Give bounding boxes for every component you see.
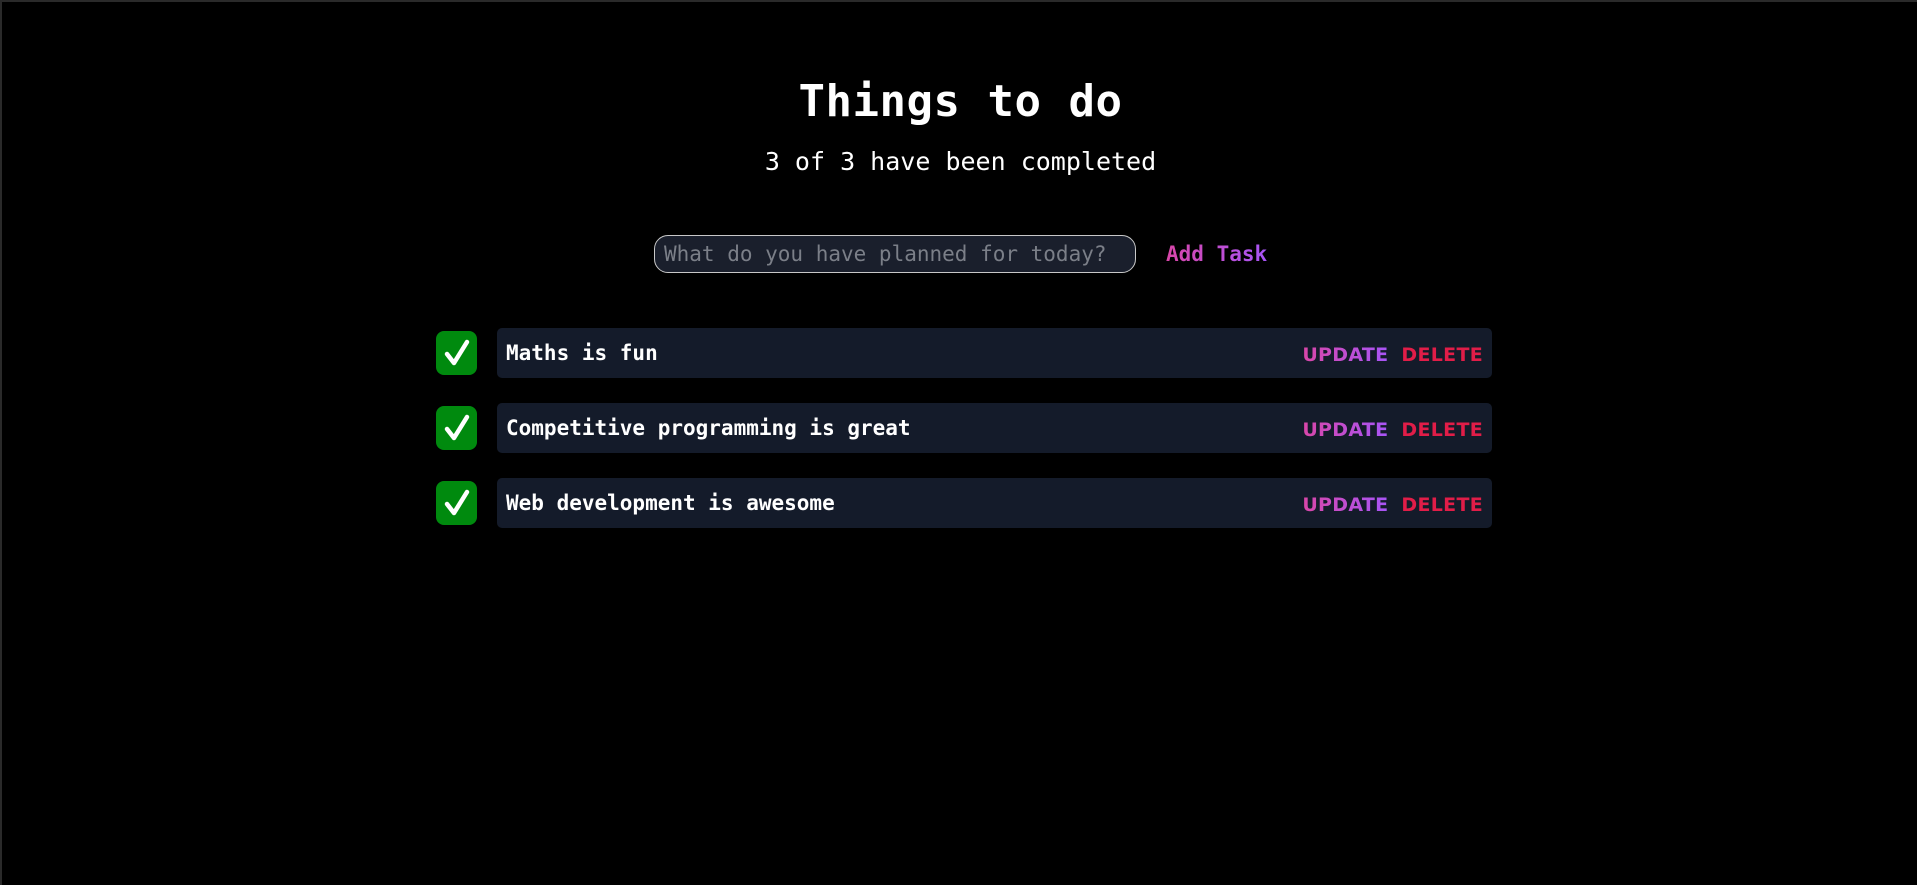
completed-summary: 3 of 3 have been completed: [764, 147, 1157, 176]
checkmark-icon: [444, 339, 469, 366]
task-card: Competitive programming is great UPDATE …: [497, 403, 1492, 453]
task-card: Maths is fun UPDATE DELETE: [497, 328, 1492, 378]
delete-button[interactable]: DELETE: [1401, 494, 1483, 516]
task-text: Competitive programming is great: [506, 416, 911, 440]
todo-list: Maths is fun UPDATE DELETE Competitive p…: [436, 328, 1492, 553]
todo-app: Things to do 3 of 3 have been completed …: [2, 2, 1917, 885]
completed-checkbox[interactable]: [436, 481, 477, 525]
completed-checkbox[interactable]: [436, 406, 477, 450]
todo-item: Maths is fun UPDATE DELETE: [436, 328, 1492, 378]
task-text: Maths is fun: [506, 341, 658, 365]
add-task-row: Add Task: [654, 234, 1267, 274]
task-text: Web development is awesome: [506, 491, 835, 515]
checkmark-icon: [444, 489, 469, 516]
delete-button[interactable]: DELETE: [1401, 419, 1483, 441]
todo-item: Competitive programming is great UPDATE …: [436, 403, 1492, 453]
task-input[interactable]: [654, 235, 1136, 273]
update-button[interactable]: UPDATE: [1302, 494, 1388, 516]
task-actions: UPDATE DELETE: [1302, 419, 1483, 441]
task-actions: UPDATE DELETE: [1302, 344, 1483, 366]
completed-checkbox[interactable]: [436, 331, 477, 375]
delete-button[interactable]: DELETE: [1401, 344, 1483, 366]
checkmark-icon: [444, 414, 469, 441]
task-card: Web development is awesome UPDATE DELETE: [497, 478, 1492, 528]
todo-item: Web development is awesome UPDATE DELETE: [436, 478, 1492, 528]
page-title: Things to do: [798, 76, 1123, 127]
update-button[interactable]: UPDATE: [1302, 419, 1388, 441]
task-actions: UPDATE DELETE: [1302, 494, 1483, 516]
update-button[interactable]: UPDATE: [1302, 344, 1388, 366]
add-task-button[interactable]: Add Task: [1166, 234, 1267, 274]
